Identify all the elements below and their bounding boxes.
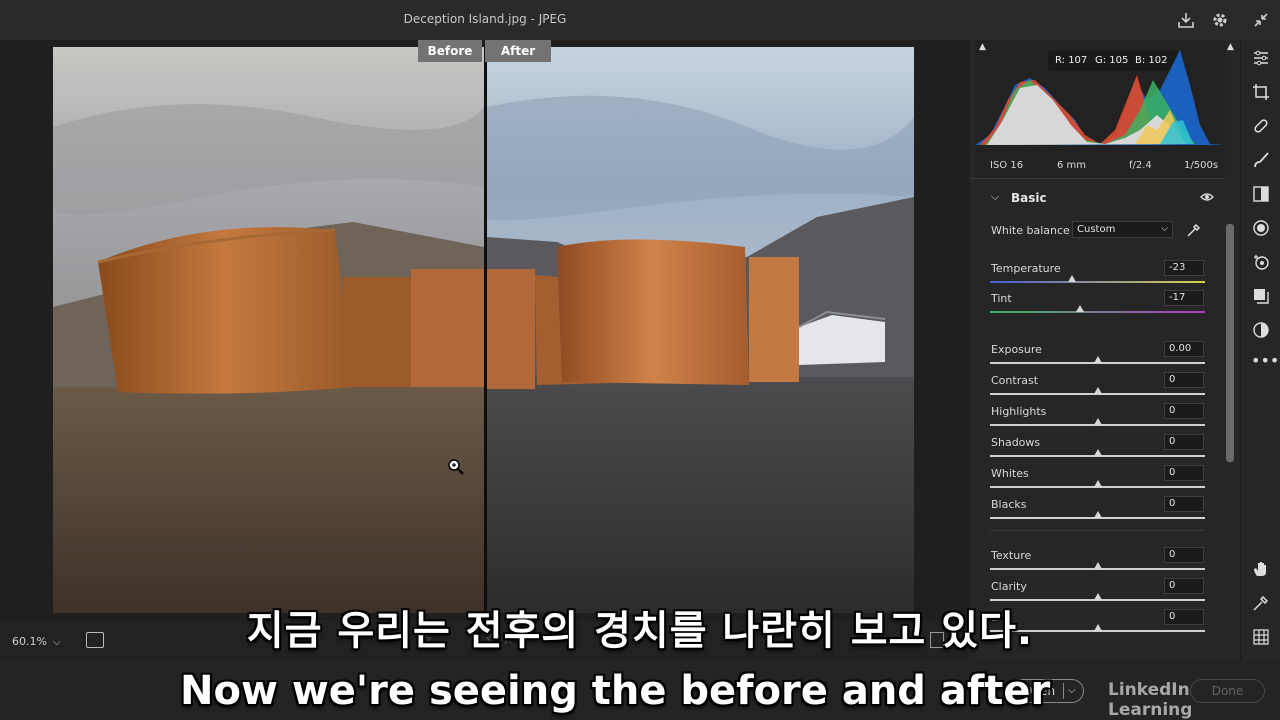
slider-value-input[interactable]: 0 [1164, 547, 1204, 563]
histogram: ▲ ▲ R: 107 G: 105 B: 102 ISO 16 6 mm f/2… [975, 40, 1234, 180]
eyedropper-icon[interactable] [1186, 222, 1202, 242]
crop-icon[interactable] [1251, 83, 1271, 103]
slider-track[interactable] [990, 311, 1205, 313]
basic-section-title[interactable]: Basic [1011, 191, 1047, 205]
slider-label: Contrast [991, 374, 1039, 387]
more-icon[interactable]: ••• [1251, 351, 1279, 371]
slider-value-input[interactable]: 0 [1164, 403, 1204, 419]
histogram-graph [975, 50, 1225, 145]
slider-thumb[interactable] [1093, 511, 1102, 518]
slider-thumb[interactable] [1093, 356, 1102, 363]
slider-thumb[interactable] [1067, 275, 1076, 282]
slider-label: Clarity [991, 580, 1027, 593]
slider-value-input[interactable]: 0 [1164, 372, 1204, 388]
edit-icon[interactable] [1251, 49, 1271, 69]
gear-icon[interactable] [1210, 10, 1230, 30]
chevron-down-icon: ⌵ [1068, 685, 1076, 696]
redeye-icon[interactable] [1251, 253, 1271, 273]
edit-panel: ▲ ▲ R: 107 G: 105 B: 102 ISO 16 6 mm f/2… [970, 40, 1240, 660]
slider-thumb[interactable] [1076, 305, 1085, 312]
subtitle-korean: 지금 우리는 전후의 경치를 나란히 보고 있다. [246, 608, 1034, 654]
slider-label: Texture [991, 549, 1032, 562]
slider-thumb[interactable] [1093, 449, 1102, 456]
slider-value-input[interactable]: 0 [1164, 465, 1204, 481]
eye-icon[interactable] [1200, 191, 1214, 207]
panel-scrollbar[interactable] [1226, 224, 1234, 462]
white-balance-label: White balance [991, 224, 1070, 237]
heal-icon[interactable] [1251, 117, 1271, 137]
chevron-down-icon[interactable]: ⌵ [991, 190, 999, 204]
done-button[interactable]: Done [1190, 679, 1265, 703]
image-canvas[interactable]: Before After [0, 40, 970, 660]
slider-label: Highlights [991, 405, 1047, 418]
slider-thumb[interactable] [1093, 418, 1102, 425]
snapshot-icon[interactable] [1251, 321, 1271, 341]
presets-icon[interactable] [1251, 287, 1271, 307]
slider-thumb[interactable] [1093, 480, 1102, 487]
gradient-icon[interactable] [1251, 185, 1271, 205]
highlight-clip-icon[interactable]: ▲ [1227, 42, 1234, 52]
save-icon[interactable] [1176, 10, 1196, 30]
exif-focal: 6 mm [1057, 160, 1087, 171]
slider-label: Whites [991, 467, 1029, 480]
slider-value-input[interactable]: -23 [1164, 260, 1204, 276]
radial-icon[interactable] [1251, 219, 1271, 239]
white-balance-select[interactable]: Custom ⌵ [1072, 221, 1173, 238]
slider-thumb[interactable] [1093, 562, 1102, 569]
slider-label: Exposure [991, 343, 1042, 356]
window-title: Deception Island.jpg - JPEG [403, 12, 567, 26]
slider-group-divider [990, 530, 1205, 531]
before-image [53, 47, 484, 613]
after-label[interactable]: After [485, 40, 551, 62]
title-bar: Deception Island.jpg - JPEG [0, 0, 1280, 40]
brush-icon[interactable] [1251, 151, 1271, 171]
slider-value-input[interactable]: -17 [1164, 290, 1204, 306]
zoom-cursor-icon [447, 458, 465, 480]
slider-label: Temperature [991, 262, 1061, 275]
slider-value-input[interactable]: 0 [1164, 496, 1204, 512]
after-image [487, 47, 914, 613]
chevron-down-icon: ⌵ [1161, 224, 1168, 234]
slider-label: Blacks [991, 498, 1027, 511]
slider-value-input[interactable]: 0 [1164, 578, 1204, 594]
subtitle-english: Now we're seeing the before and after [180, 668, 1051, 714]
slider-label: Shadows [991, 436, 1041, 449]
exif-aperture: f/2.4 [1129, 160, 1152, 171]
collapse-icon[interactable] [1251, 10, 1271, 30]
exif-shutter: 1/500s [1184, 160, 1219, 171]
split-divider[interactable] [484, 47, 487, 613]
slider-track[interactable] [990, 281, 1205, 283]
before-label[interactable]: Before [418, 40, 482, 62]
photo-compare-view[interactable] [53, 47, 914, 613]
tool-strip: ••• [1240, 40, 1280, 660]
slider-thumb[interactable] [1093, 387, 1102, 394]
slider-value-input[interactable]: 0 [1164, 434, 1204, 450]
panel-divider [970, 178, 1225, 179]
hand-icon[interactable] [1251, 560, 1271, 580]
slider-value-input[interactable]: 0.00 [1164, 341, 1204, 357]
slider-label: Tint [991, 292, 1012, 305]
exif-iso: ISO 16 [990, 160, 1024, 171]
